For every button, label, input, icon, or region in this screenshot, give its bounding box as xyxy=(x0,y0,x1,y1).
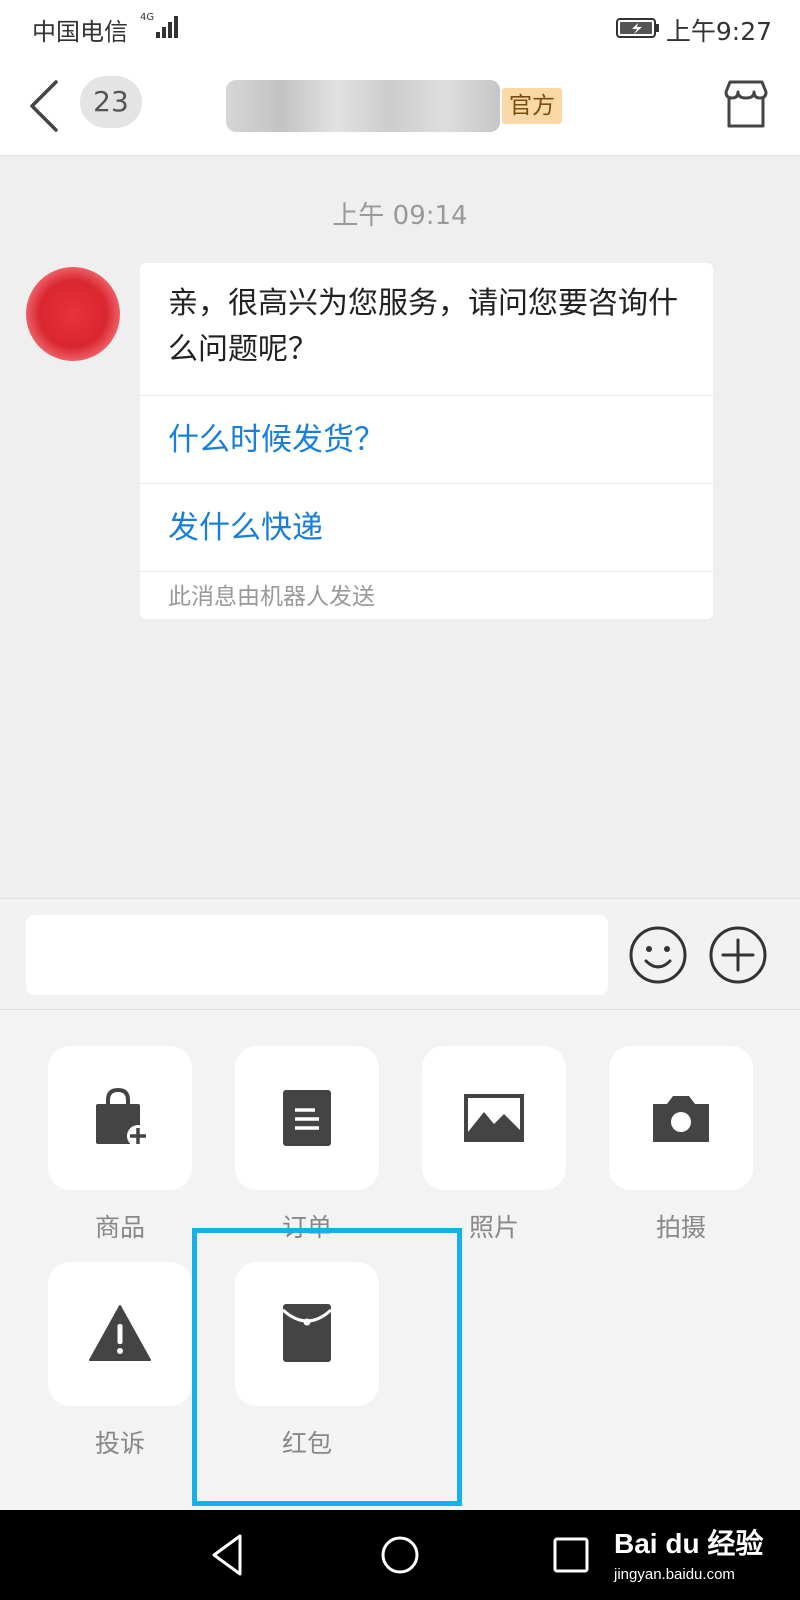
unread-count-badge[interactable]: 23 xyxy=(80,76,142,128)
tool-goods-tile[interactable] xyxy=(48,1046,192,1190)
message-input[interactable] xyxy=(26,915,608,995)
signal-icon xyxy=(156,14,182,38)
shopping-bag-add-icon xyxy=(96,1087,149,1147)
system-navigation-bar: Bai du 经验 jingyan.baidu.com xyxy=(0,1510,800,1600)
carrier-name: 中国电信 xyxy=(32,18,128,46)
tool-camera-label: 拍摄 xyxy=(655,1213,706,1242)
chat-header: 23 官方 xyxy=(0,56,800,156)
tool-camera-tile[interactable] xyxy=(609,1046,753,1190)
input-bar xyxy=(0,898,800,1010)
quick-question-shipping-time[interactable]: 什么时候发货？ xyxy=(140,395,713,483)
battery-icon xyxy=(616,18,659,38)
red-packet-icon xyxy=(281,1304,333,1362)
official-badge: 官方 xyxy=(502,88,562,124)
tool-order-label: 订单 xyxy=(281,1213,332,1242)
home-circle-icon[interactable] xyxy=(375,1530,425,1580)
baidu-jingyan-watermark: Bai du 经验 jingyan.baidu.com xyxy=(614,1518,790,1592)
tool-goods-label: 商品 xyxy=(94,1213,145,1242)
quick-question-courier[interactable]: 发什么快递 xyxy=(140,483,713,571)
document-list-icon xyxy=(283,1090,331,1146)
plus-circle-icon[interactable] xyxy=(708,925,768,985)
warning-triangle-icon xyxy=(89,1305,151,1361)
tool-red-packet-tile[interactable] xyxy=(235,1262,379,1406)
robot-message-note: 此消息由机器人发送 xyxy=(140,571,713,619)
tool-order-tile[interactable] xyxy=(235,1046,379,1190)
tool-report-tile[interactable] xyxy=(48,1262,192,1406)
message-bubble: 亲，很高兴为您服务，请问您要咨询什么问题呢？ 什么时候发货？ 发什么快递 此消息… xyxy=(140,263,713,619)
avatar[interactable] xyxy=(26,267,120,361)
network-type: 4G xyxy=(140,12,155,23)
back-triangle-icon[interactable] xyxy=(204,1530,254,1580)
tool-red-packet-label: 红包 xyxy=(281,1429,332,1458)
message-text: 亲，很高兴为您服务，请问您要咨询什么问题呢？ xyxy=(168,286,678,367)
status-bar: 中国电信 4G 上午9:27 xyxy=(0,0,800,56)
tool-order[interactable]: 订单 xyxy=(235,1046,379,1246)
tool-photo-label: 照片 xyxy=(468,1213,519,1242)
tool-panel: 商品 订单 照片 拍摄 投诉 红包 xyxy=(0,1010,800,1510)
message-timestamp: 上午 09:14 xyxy=(332,201,468,231)
image-icon xyxy=(464,1094,524,1142)
back-arrow-icon[interactable] xyxy=(26,76,66,136)
watermark-brand: Bai du 经验 xyxy=(614,1528,764,1559)
emoji-icon[interactable] xyxy=(628,925,688,985)
shop-name-redacted xyxy=(226,80,500,132)
tool-report[interactable]: 投诉 xyxy=(48,1262,192,1462)
status-time: 上午9:27 xyxy=(665,17,772,46)
store-icon[interactable] xyxy=(720,78,772,130)
camera-icon xyxy=(653,1096,709,1142)
tool-report-label: 投诉 xyxy=(94,1429,145,1458)
tool-camera[interactable]: 拍摄 xyxy=(609,1046,753,1246)
tool-red-packet[interactable]: 红包 xyxy=(235,1262,379,1462)
tool-photo[interactable]: 照片 xyxy=(422,1046,566,1246)
chat-area[interactable]: 上午 09:14 亲，很高兴为您服务，请问您要咨询什么问题呢？ 什么时候发货？ … xyxy=(0,157,800,898)
recent-square-icon[interactable] xyxy=(546,1530,596,1580)
watermark-url: jingyan.baidu.com xyxy=(614,1566,735,1583)
tool-photo-tile[interactable] xyxy=(422,1046,566,1190)
tool-goods[interactable]: 商品 xyxy=(48,1046,192,1246)
